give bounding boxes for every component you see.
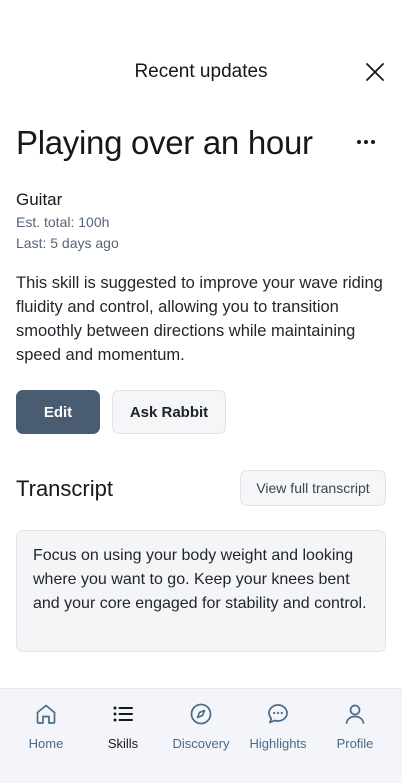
tab-highlights[interactable]: Highlights	[238, 689, 318, 759]
tab-label: Discovery	[172, 736, 230, 751]
page-title: Playing over an hour	[16, 124, 313, 161]
transcript-title: Transcript	[16, 476, 113, 501]
compass-icon	[190, 703, 212, 725]
list-icon	[113, 706, 133, 722]
header-title: Recent updates	[134, 61, 268, 82]
more-horizontal-icon	[357, 140, 375, 144]
tab-label: Profile	[336, 736, 374, 751]
tab-label: Home	[28, 736, 64, 751]
close-button[interactable]	[364, 61, 386, 83]
skill-description: This skill is suggested to improve your …	[16, 274, 383, 364]
home-icon	[36, 704, 56, 724]
tab-discovery[interactable]: Discovery	[161, 689, 241, 759]
estimated-total: Est. total: 100h	[16, 214, 110, 230]
title-row: Playing over an hour	[16, 120, 386, 166]
chat-bubble-icon	[268, 704, 288, 724]
tab-bar: Home Skills Discovery Highlights Profile	[0, 688, 402, 783]
tab-label: Highlights	[249, 736, 307, 751]
edit-button[interactable]: Edit	[16, 390, 100, 434]
close-icon	[366, 63, 384, 81]
user-icon	[345, 704, 365, 724]
tab-label: Skills	[107, 736, 139, 751]
tab-profile[interactable]: Profile	[315, 689, 395, 759]
ask-rabbit-button[interactable]: Ask Rabbit	[112, 390, 226, 434]
view-full-transcript-button[interactable]: View full transcript	[240, 470, 386, 506]
tab-skills[interactable]: Skills	[83, 689, 163, 759]
more-options-button[interactable]	[354, 130, 378, 154]
last-practiced: Last: 5 days ago	[16, 235, 119, 251]
tab-home[interactable]: Home	[6, 689, 86, 759]
transcript-text: Focus on using your body weight and look…	[16, 530, 386, 652]
header: Recent updates	[0, 52, 402, 92]
skill-name: Guitar	[16, 190, 63, 209]
